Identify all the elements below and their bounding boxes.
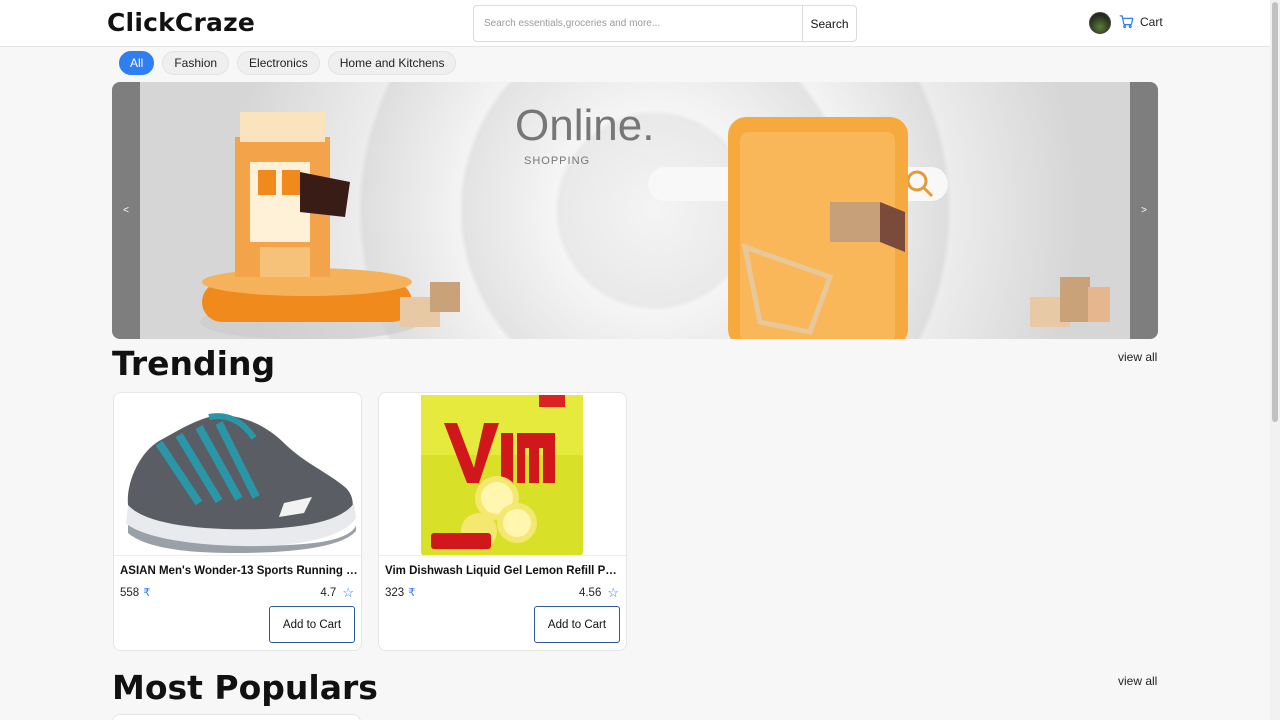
category-home-and-kitchens[interactable]: Home and Kitchens [327,51,457,75]
dishwash-pouch-image [421,395,583,555]
star-icon: ☆ [607,585,619,600]
product-image[interactable] [114,393,361,556]
product-card[interactable]: Vim Dishwash Liquid Gel Lemon Refill Pou… [378,392,627,651]
trending-view-all-link[interactable]: view all [1118,350,1157,364]
running-shoe-image [126,413,356,553]
price-value: 323 [385,586,405,599]
site-logo[interactable]: ClickCraze [107,8,255,37]
product-rating: 4.56 ☆ [579,586,619,599]
product-image[interactable] [379,393,626,556]
carousel-prev-button[interactable]: < [112,82,140,339]
rating-value: 4.56 [578,586,602,599]
most-popular-title: Most Populars [112,668,378,707]
most-popular-view-all-link[interactable]: view all [1118,674,1157,688]
category-electronics[interactable]: Electronics [237,51,320,75]
add-to-cart-button[interactable]: Add to Cart [269,606,355,643]
product-name[interactable]: Vim Dishwash Liquid Gel Lemon Refill Pou… [385,565,623,577]
scrollbar-thumb[interactable] [1272,2,1278,422]
search-bar: Search [473,5,857,42]
cart-label: Cart [1140,14,1163,29]
banner-carousel: Online. SHOPPING < > [112,82,1158,339]
product-rating: 4.7 ☆ [320,586,354,599]
banner-image: Online. SHOPPING [140,82,1130,339]
product-card[interactable]: ASIAN Men's Wonder-13 Sports Running Sho… [113,392,362,651]
user-avatar[interactable] [1089,12,1111,34]
rupee-icon: ₹ [143,587,151,599]
search-button[interactable]: Search [802,6,856,41]
online-shopping-illustration: Online. SHOPPING [200,101,1110,339]
product-card[interactable] [112,714,361,720]
page-scrollbar[interactable] [1270,0,1280,720]
category-filter: All Fashion Electronics Home and Kitchen… [119,51,457,75]
banner-subtext: SHOPPING [524,155,590,167]
add-to-cart-button[interactable]: Add to Cart [534,606,620,643]
rupee-icon: ₹ [408,587,416,599]
category-fashion[interactable]: Fashion [162,51,230,75]
top-header: ClickCraze Search Cart [0,0,1270,47]
rating-value: 4.7 [320,586,337,599]
product-price: 323 ₹ [385,586,416,600]
product-name[interactable]: ASIAN Men's Wonder-13 Sports Running Sho… [120,565,358,577]
trending-title: Trending [112,344,276,383]
cart-icon [1119,15,1134,29]
search-input[interactable] [474,6,802,41]
star-icon: ☆ [342,585,354,600]
price-value: 558 [120,586,140,599]
carousel-next-button[interactable]: > [1130,82,1158,339]
banner-text: Online. [515,101,654,150]
category-all[interactable]: All [119,51,155,75]
product-price: 558 ₹ [120,586,151,600]
cart-button[interactable]: Cart [1119,14,1163,29]
